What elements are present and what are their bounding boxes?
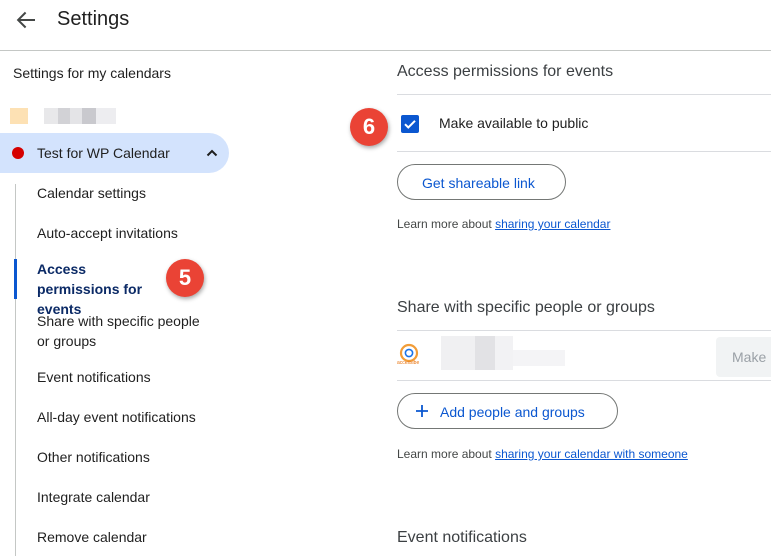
permission-select[interactable]: Make	[716, 337, 771, 377]
settings-sidebar: Settings for my calendars Test for WP Ca…	[0, 51, 240, 556]
sidebar-item-other-notifications[interactable]: Other notifications	[37, 447, 227, 467]
plus-icon	[416, 405, 428, 417]
checkmark-icon	[404, 120, 416, 129]
submenu-rail	[15, 184, 16, 556]
share-specific-title: Share with specific people or groups	[397, 299, 655, 316]
calendar-item-test-wp[interactable]: Test for WP Calendar	[0, 133, 229, 173]
learn-more-sharing: Learn more about sharing your calendar	[397, 217, 611, 231]
sidebar-heading: Settings for my calendars	[13, 65, 171, 81]
sidebar-item-integrate-calendar[interactable]: Integrate calendar	[37, 487, 227, 507]
sharing-with-someone-link[interactable]: sharing your calendar with someone	[495, 447, 688, 461]
avatar-logo-text: accessibe	[397, 360, 420, 366]
back-button[interactable]	[12, 6, 40, 34]
calendar-color-dot	[12, 147, 24, 159]
sharing-calendar-link[interactable]: sharing your calendar	[495, 217, 610, 231]
divider	[397, 151, 771, 152]
page-title: Settings	[57, 8, 130, 30]
event-notifications-title: Event notifications	[397, 529, 527, 546]
active-indicator	[14, 259, 17, 299]
get-shareable-link-label: Get shareable link	[422, 175, 535, 191]
learn-more-sharing-someone: Learn more about sharing your calendar w…	[397, 447, 688, 461]
access-permissions-title: Access permissions for events	[397, 63, 614, 80]
sidebar-item-access-permissions[interactable]: Access permissions for events	[37, 259, 169, 319]
divider	[397, 380, 771, 381]
sidebar-item-event-notifications[interactable]: Event notifications	[37, 367, 227, 387]
sidebar-item-remove-calendar[interactable]: Remove calendar	[37, 527, 227, 547]
step-callout-5: 5	[166, 259, 204, 297]
arrow-back-icon	[16, 11, 35, 29]
public-checkbox-label: Make available to public	[439, 115, 589, 131]
add-people-button[interactable]: Add people and groups	[397, 393, 618, 429]
divider	[397, 330, 771, 331]
sidebar-item-auto-accept[interactable]: Auto-accept invitations	[37, 223, 227, 243]
get-shareable-link-button[interactable]: Get shareable link	[397, 164, 566, 200]
calendar-name: Test for WP Calendar	[37, 145, 170, 161]
public-checkbox[interactable]	[401, 115, 419, 133]
step-callout-6: 6	[350, 108, 388, 146]
chevron-up-icon[interactable]	[204, 145, 220, 161]
divider	[397, 94, 771, 95]
avatar: accessibe	[397, 343, 421, 367]
sidebar-item-calendar-settings[interactable]: Calendar settings	[37, 183, 227, 203]
sidebar-item-share-specific[interactable]: Share with specific people or groups	[37, 311, 212, 351]
settings-main: Access permissions for events Make avail…	[397, 51, 771, 556]
top-bar: Settings	[0, 0, 771, 51]
add-people-label: Add people and groups	[440, 404, 585, 420]
permission-select-label: Make	[732, 349, 767, 365]
sidebar-item-all-day-notifications[interactable]: All-day event notifications	[37, 407, 227, 427]
